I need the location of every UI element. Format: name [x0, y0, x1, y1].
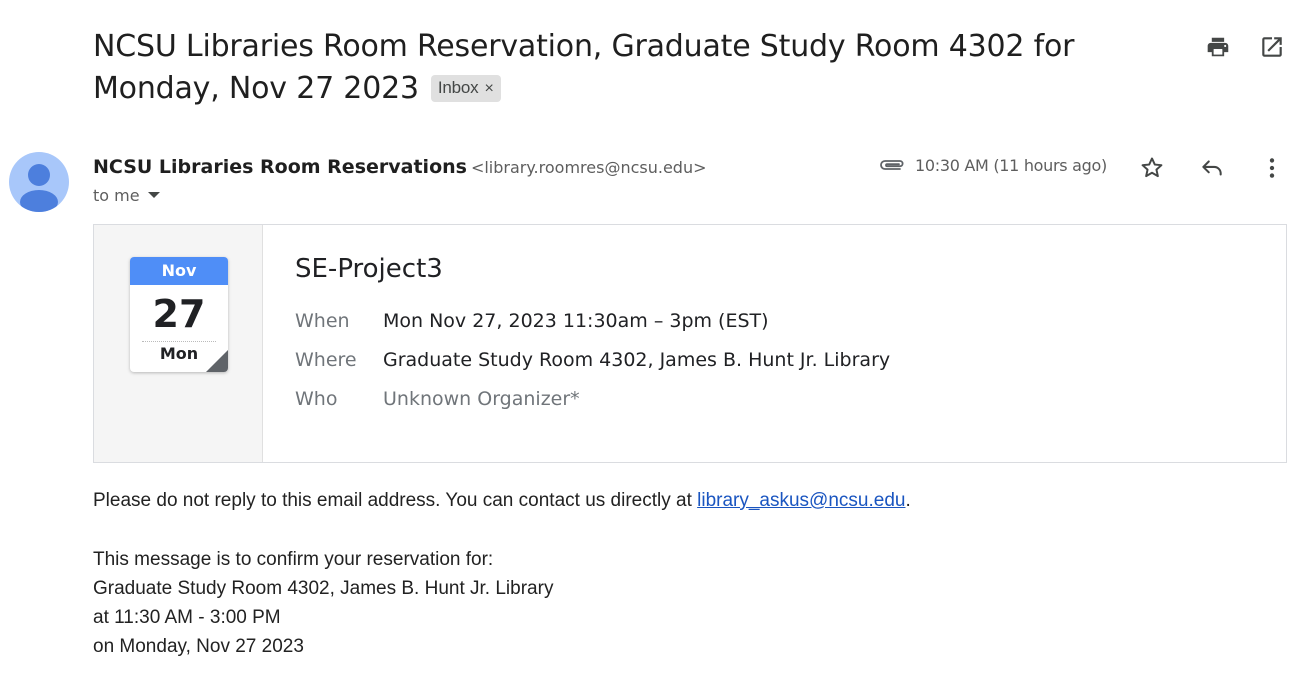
calendar-panel: Nov 27 Mon	[94, 225, 263, 462]
reply-icon[interactable]	[1199, 155, 1225, 181]
event-where-row: Where Graduate Study Room 4302, James B. …	[295, 348, 890, 372]
confirmation-line: on Monday, Nov 27 2023	[93, 636, 304, 657]
contact-email-link[interactable]: library_askus@ncsu.edu	[697, 490, 905, 511]
inbox-label-chip[interactable]: Inbox ×	[430, 75, 501, 102]
calendar-event-card: Nov 27 Mon SE-Project3 When Mon Nov 27, 2…	[93, 224, 1287, 463]
recipient-details-toggle[interactable]: to me	[93, 186, 160, 205]
email-subject: NCSU Libraries Room Reservation, Graduat…	[93, 26, 1133, 110]
event-who-label: Who	[295, 388, 338, 410]
page-fold-icon	[206, 350, 228, 372]
event-who-row: Who Unknown Organizer*	[295, 387, 580, 411]
inbox-label-text: Inbox	[437, 78, 479, 97]
event-where-label: Where	[295, 349, 357, 371]
avatar-silhouette	[20, 164, 58, 212]
confirmation-line: This message is to confirm your reservat…	[93, 549, 494, 570]
no-reply-notice: Please do not reply to this email addres…	[93, 486, 911, 515]
subject-text: NCSU Libraries Room Reservation, Graduat…	[93, 29, 1075, 106]
confirmation-line: Graduate Study Room 4302, James B. Hunt …	[93, 578, 554, 599]
open-in-new-icon[interactable]	[1259, 34, 1285, 60]
calendar-date-icon: Nov 27 Mon	[130, 257, 228, 372]
event-when-value: Mon Nov 27, 2023 11:30am – 3pm (EST)	[383, 310, 769, 332]
sender-name[interactable]: NCSU Libraries Room Reservations	[93, 156, 467, 178]
chevron-down-icon[interactable]	[147, 192, 160, 198]
calendar-divider	[142, 341, 216, 342]
notice-text: Please do not reply to this email addres…	[93, 490, 698, 511]
calendar-day: 27	[152, 292, 206, 336]
remove-label-icon[interactable]: ×	[484, 80, 493, 97]
paperclip-icon	[880, 160, 904, 170]
calendar-month: Nov	[130, 257, 228, 285]
star-icon[interactable]	[1139, 155, 1165, 181]
person-avatar-icon[interactable]	[9, 152, 69, 212]
notice-period: .	[905, 490, 911, 511]
event-where-value: Graduate Study Room 4302, James B. Hunt …	[383, 349, 891, 371]
event-when-row: When Mon Nov 27, 2023 11:30am – 3pm (EST)	[295, 309, 769, 333]
print-icon[interactable]	[1205, 34, 1231, 60]
email-timestamp: 10:30 AM (11 hours ago)	[915, 156, 1107, 175]
sender-line: NCSU Libraries Room Reservations <library…	[93, 154, 706, 181]
more-vert-icon[interactable]	[1259, 155, 1285, 181]
event-when-label: When	[295, 310, 350, 332]
event-who-value: Unknown Organizer*	[383, 388, 580, 410]
confirmation-line: at 11:30 AM - 3:00 PM	[93, 607, 281, 628]
recipient-text: to me	[93, 186, 140, 205]
confirmation-message: This message is to confirm your reservat…	[93, 545, 553, 661]
event-title: SE-Project3	[295, 254, 443, 284]
sender-email: <library.roomres@ncsu.edu>	[470, 158, 707, 177]
